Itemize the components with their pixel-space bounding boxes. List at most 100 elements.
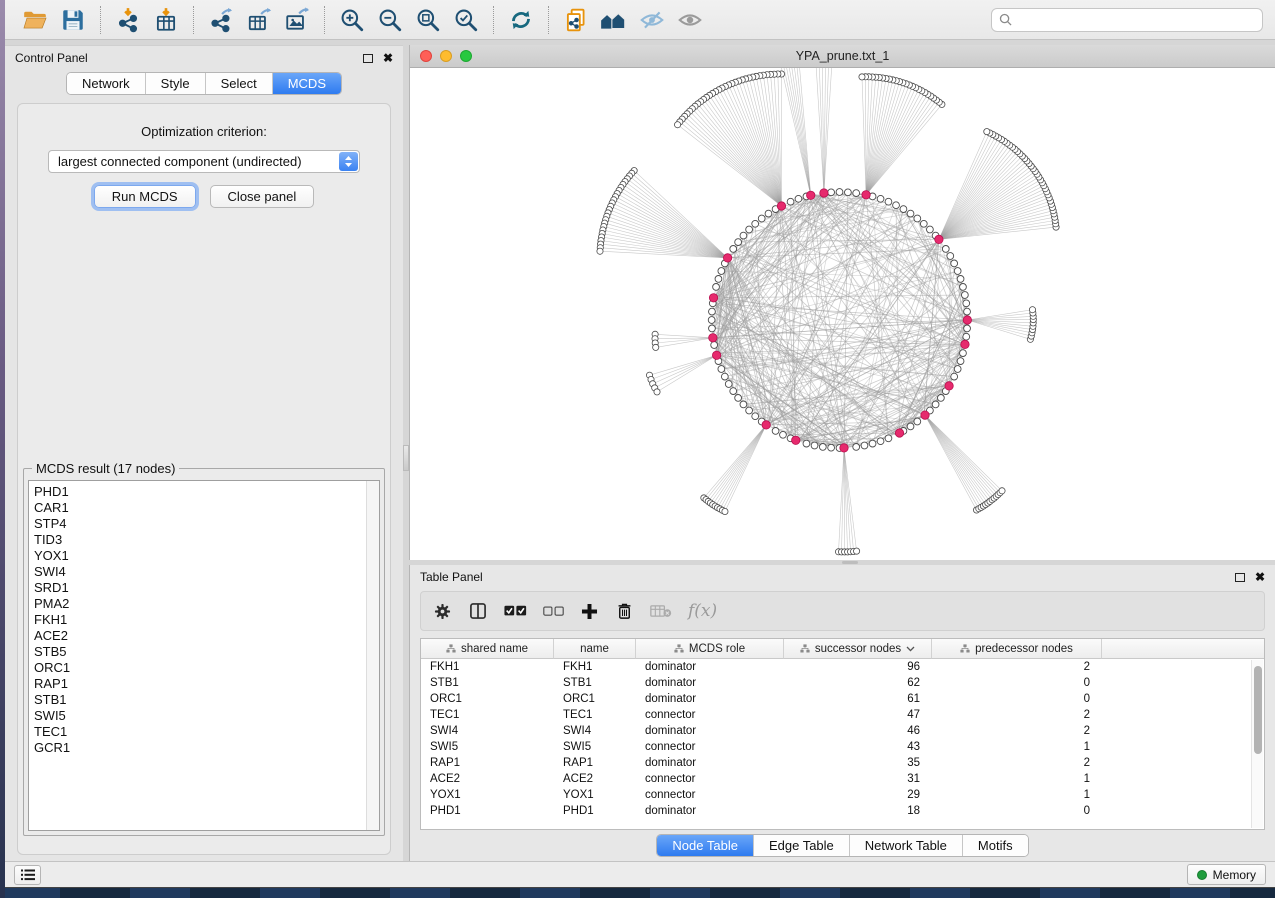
list-icon bbox=[21, 869, 35, 881]
table-header-row: shared namenameMCDS rolesuccessor nodesp… bbox=[421, 639, 1264, 659]
run-mcds-button[interactable]: Run MCDS bbox=[94, 185, 196, 208]
cell-predecessor_nodes: 2 bbox=[932, 709, 1102, 721]
tab-motifs[interactable]: Motifs bbox=[963, 835, 1028, 856]
table-row[interactable]: SWI4SWI4dominator462 bbox=[421, 723, 1264, 739]
tab-select[interactable]: Select bbox=[206, 73, 273, 94]
list-item[interactable]: CAR1 bbox=[34, 500, 366, 516]
cell-name: RAP1 bbox=[554, 757, 636, 769]
open-session-button[interactable] bbox=[17, 4, 53, 36]
cell-successor_nodes: 29 bbox=[784, 789, 932, 801]
cell-shared_name: SWI5 bbox=[421, 741, 554, 753]
list-item[interactable]: PMA2 bbox=[34, 596, 366, 612]
cell-successor_nodes: 46 bbox=[784, 725, 932, 737]
show-column-button[interactable] bbox=[468, 601, 488, 621]
show-panels-button[interactable] bbox=[14, 865, 41, 885]
tab-mcds[interactable]: MCDS bbox=[273, 73, 341, 94]
cell-shared_name: ACE2 bbox=[421, 773, 554, 785]
search-input[interactable] bbox=[1017, 13, 1255, 27]
table-row[interactable]: YOX1YOX1connector291 bbox=[421, 787, 1264, 803]
cell-successor_nodes: 18 bbox=[784, 805, 932, 817]
list-item[interactable]: RAP1 bbox=[34, 676, 366, 692]
main-content: Control Panel ✖ NetworkStyleSelectMCDS O… bbox=[5, 40, 1275, 861]
table-row[interactable]: ACE2ACE2connector311 bbox=[421, 771, 1264, 787]
delete-column-button[interactable] bbox=[615, 601, 634, 621]
table-row[interactable]: PHD1PHD1dominator180 bbox=[421, 803, 1264, 819]
column-header-successor-nodes[interactable]: successor nodes bbox=[784, 639, 932, 659]
list-item[interactable]: SWI4 bbox=[34, 564, 366, 580]
maximize-window-light[interactable] bbox=[460, 50, 472, 62]
cell-predecessor_nodes: 2 bbox=[932, 757, 1102, 769]
sort-menu-icon[interactable] bbox=[906, 646, 915, 652]
refresh-network-button[interactable] bbox=[503, 4, 539, 36]
show-all-button[interactable] bbox=[672, 4, 708, 36]
network-canvas[interactable] bbox=[410, 68, 1275, 560]
duplicate-network-button[interactable] bbox=[558, 4, 594, 36]
table-splitter[interactable] bbox=[409, 560, 1275, 565]
import-table-button[interactable] bbox=[148, 4, 184, 36]
tab-edge-table[interactable]: Edge Table bbox=[754, 835, 850, 856]
first-neighbors-button[interactable] bbox=[596, 4, 632, 36]
zoom-selected-button[interactable] bbox=[448, 4, 484, 36]
cell-predecessor_nodes: 0 bbox=[932, 677, 1102, 689]
list-item[interactable]: SWI5 bbox=[34, 708, 366, 724]
table-row[interactable]: STB1STB1dominator620 bbox=[421, 675, 1264, 691]
export-image-button[interactable] bbox=[279, 4, 315, 36]
list-item[interactable]: SRD1 bbox=[34, 580, 366, 596]
zoom-in-button[interactable] bbox=[334, 4, 370, 36]
list-item[interactable]: STB1 bbox=[34, 692, 366, 708]
splitter-grip[interactable] bbox=[842, 561, 858, 564]
deselect-all-button[interactable] bbox=[543, 606, 564, 617]
list-item[interactable]: TEC1 bbox=[34, 724, 366, 740]
list-item[interactable]: GCR1 bbox=[34, 740, 366, 756]
float-panel-icon[interactable] bbox=[1235, 573, 1245, 582]
memory-button[interactable]: Memory bbox=[1187, 864, 1266, 885]
close-panel-icon[interactable]: ✖ bbox=[383, 52, 393, 64]
close-window-light[interactable] bbox=[420, 50, 432, 62]
table-row[interactable]: FKH1FKH1dominator962 bbox=[421, 659, 1264, 675]
save-session-button[interactable] bbox=[55, 4, 91, 36]
table-row[interactable]: TEC1TEC1connector472 bbox=[421, 707, 1264, 723]
scrollbar-thumb[interactable] bbox=[1254, 666, 1262, 754]
column-header-predecessor-nodes[interactable]: predecessor nodes bbox=[932, 639, 1102, 659]
table-row[interactable]: RAP1RAP1dominator352 bbox=[421, 755, 1264, 771]
list-item[interactable]: STB5 bbox=[34, 644, 366, 660]
column-header-name[interactable]: name bbox=[554, 639, 636, 659]
export-table-button[interactable] bbox=[241, 4, 277, 36]
list-scrollbar[interactable] bbox=[366, 481, 379, 830]
zoom-out-button[interactable] bbox=[372, 4, 408, 36]
close-panel-icon[interactable]: ✖ bbox=[1255, 571, 1265, 583]
splitter-grip[interactable] bbox=[403, 445, 409, 471]
table-settings-button[interactable] bbox=[433, 602, 452, 621]
panel-splitter[interactable] bbox=[403, 45, 409, 861]
export-network-button[interactable] bbox=[203, 4, 239, 36]
column-header-shared-name[interactable]: shared name bbox=[421, 639, 554, 659]
table-scrollbar[interactable] bbox=[1251, 660, 1263, 828]
list-item[interactable]: YOX1 bbox=[34, 548, 366, 564]
tab-style[interactable]: Style bbox=[146, 73, 206, 94]
float-panel-icon[interactable] bbox=[363, 54, 373, 63]
tab-node-table[interactable]: Node Table bbox=[657, 835, 754, 856]
cell-shared_name: STB1 bbox=[421, 677, 554, 689]
network-graph[interactable] bbox=[410, 68, 1275, 560]
zoom-fit-button[interactable] bbox=[410, 4, 446, 36]
list-item[interactable]: ORC1 bbox=[34, 660, 366, 676]
select-all-button[interactable] bbox=[504, 605, 527, 617]
cell-predecessor_nodes: 2 bbox=[932, 661, 1102, 673]
minimize-window-light[interactable] bbox=[440, 50, 452, 62]
import-network-button[interactable] bbox=[110, 4, 146, 36]
list-item[interactable]: TID3 bbox=[34, 532, 366, 548]
list-item[interactable]: FKH1 bbox=[34, 612, 366, 628]
table-row[interactable]: ORC1ORC1dominator610 bbox=[421, 691, 1264, 707]
list-item[interactable]: ACE2 bbox=[34, 628, 366, 644]
tab-network-table[interactable]: Network Table bbox=[850, 835, 963, 856]
criterion-dropdown[interactable]: largest connected component (undirected) bbox=[48, 150, 360, 173]
hide-selected-button[interactable] bbox=[634, 4, 670, 36]
zoom-fit-icon bbox=[415, 7, 441, 33]
close-panel-button[interactable]: Close panel bbox=[210, 185, 315, 208]
table-row[interactable]: SWI5SWI5connector431 bbox=[421, 739, 1264, 755]
add-column-button[interactable] bbox=[580, 602, 599, 621]
tab-network[interactable]: Network bbox=[67, 73, 146, 94]
column-header-mcds-role[interactable]: MCDS role bbox=[636, 639, 784, 659]
list-item[interactable]: PHD1 bbox=[34, 484, 366, 500]
list-item[interactable]: STP4 bbox=[34, 516, 366, 532]
